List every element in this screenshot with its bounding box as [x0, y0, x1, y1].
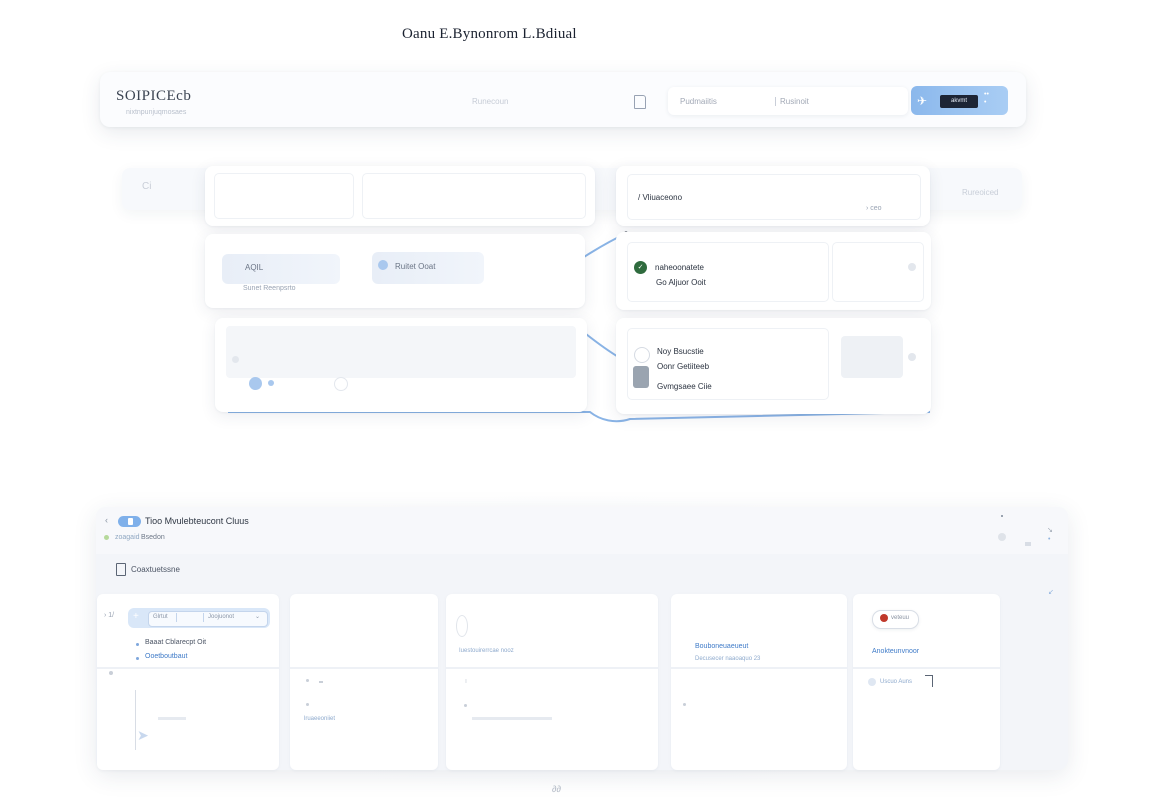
rail-dot — [109, 671, 113, 675]
filter-field-a: Glrtut — [153, 614, 168, 620]
pin-icon[interactable]: • — [1048, 536, 1050, 543]
right-card-3-thumb[interactable] — [841, 336, 903, 378]
bottom-window-title: Tioo Mvulebteucont Cluus — [145, 516, 249, 526]
scroll-arrow-icon[interactable]: ↙ — [1048, 588, 1054, 596]
status-text-a[interactable]: zoagaid — [115, 534, 140, 541]
column-3-dot — [464, 704, 467, 707]
column-5-checkbox[interactable] — [868, 678, 876, 686]
column-5-link[interactable]: Anokteunvnoor — [872, 648, 919, 655]
column-1-pill-prefix: › 1/ — [104, 612, 115, 619]
column-3 — [446, 594, 658, 770]
right-card-1-meta: › ceo — [866, 205, 882, 212]
column-2 — [290, 594, 438, 770]
back-icon[interactable]: ‹ — [105, 515, 108, 525]
column-2-dot-2 — [319, 681, 323, 683]
person-avatar-icon — [633, 366, 649, 388]
left-card-top-panel-a — [214, 173, 354, 219]
status-text-b: Bsedon — [141, 534, 165, 541]
status-dot — [104, 535, 109, 540]
column-2-divider — [290, 667, 438, 669]
column-3-placeholder — [472, 717, 552, 720]
progress-dot-empty[interactable] — [334, 377, 348, 391]
column-2-footer[interactable]: lruaeeoniiet — [304, 716, 335, 722]
right-card-2-title[interactable]: naheoonatete — [655, 263, 704, 272]
column-3-divider — [446, 667, 658, 669]
add-icon[interactable]: + — [133, 611, 139, 622]
bottom-window-header — [96, 507, 1068, 554]
column-4-title[interactable]: Bouboneuaeueut — [695, 643, 748, 650]
column-4-sub: Decusecer naaoaquo 23 — [695, 656, 761, 662]
right-card-2-panel — [627, 242, 829, 302]
pointer-icon: ➤ — [137, 727, 149, 743]
document-icon — [116, 563, 126, 576]
radio-icon[interactable] — [634, 347, 650, 363]
list-item-1[interactable]: Baaat Cblarecpt Oit — [145, 639, 206, 646]
chip-b-dot — [378, 260, 388, 270]
column-4-divider — [671, 667, 847, 669]
chip-a[interactable] — [222, 254, 340, 284]
column-2-dot-3 — [306, 703, 309, 706]
column-1-rail — [135, 690, 136, 750]
left-card-bottom-panel — [226, 326, 576, 378]
placeholder-ring — [456, 615, 468, 637]
filter-sep-1 — [176, 613, 177, 622]
column-1-divider — [97, 667, 279, 669]
list-bullet-1 — [136, 643, 139, 646]
filter-dropdown-icon[interactable]: ⌄ — [255, 613, 260, 620]
toggle-knob — [128, 518, 133, 525]
right-card-3-dot[interactable] — [908, 353, 916, 361]
check-icon: ✓ — [634, 261, 647, 274]
right-card-2-sub: Go Aljuor Ooit — [656, 278, 706, 287]
alert-icon — [880, 614, 888, 622]
corner-bracket-icon — [925, 675, 933, 687]
column-5-check-label: Uscuo Auns — [880, 679, 913, 685]
column-4-dot — [683, 703, 686, 706]
right-card-2-dot[interactable] — [908, 263, 916, 271]
right-card-3-title[interactable]: Noy Bsucstie — [657, 347, 704, 356]
right-card-2-side — [832, 242, 924, 302]
column-4 — [671, 594, 847, 770]
right-card-1-title[interactable]: / Vliuaceono — [638, 193, 682, 202]
column-5-divider — [853, 667, 1000, 669]
alert-chip-label: veteuu — [891, 615, 910, 621]
expand-icon[interactable]: ↘ — [1047, 526, 1053, 534]
window-marker-1 — [1001, 515, 1003, 517]
window-marker-2 — [1025, 542, 1031, 546]
column-3-link[interactable]: Iuestouirerrcae nooz — [459, 648, 514, 654]
chip-a-label: AQIL — [245, 263, 264, 272]
filter-sep-2 — [203, 613, 204, 622]
footer-mark: ∂∂ — [552, 784, 561, 794]
document-label[interactable]: Coaxtuetssne — [131, 565, 180, 574]
progress-dot-small[interactable] — [268, 380, 274, 386]
column-2-dot-1 — [306, 679, 309, 682]
settings-dot-icon[interactable] — [998, 533, 1006, 541]
list-bullet-2 — [136, 657, 139, 660]
progress-dot-large[interactable] — [249, 377, 262, 390]
filter-field-b: Joojuonot — [208, 614, 235, 620]
right-card-3-sub: Oonr Getiiteeb — [657, 362, 710, 371]
chip-b-label: Ruitet Ooat — [395, 262, 436, 271]
column-3-mark: ı — [465, 678, 467, 685]
list-item-2[interactable]: Ooetboutbaut — [145, 653, 187, 660]
right-card-3-extra: Gvmgsaee Ciie — [657, 382, 712, 391]
chip-a-sub: Sunet Reenpsrto — [243, 285, 296, 292]
left-card-bottom-dot — [232, 356, 239, 363]
column-1-placeholder — [158, 717, 186, 720]
left-card-top-panel-b — [362, 173, 586, 219]
